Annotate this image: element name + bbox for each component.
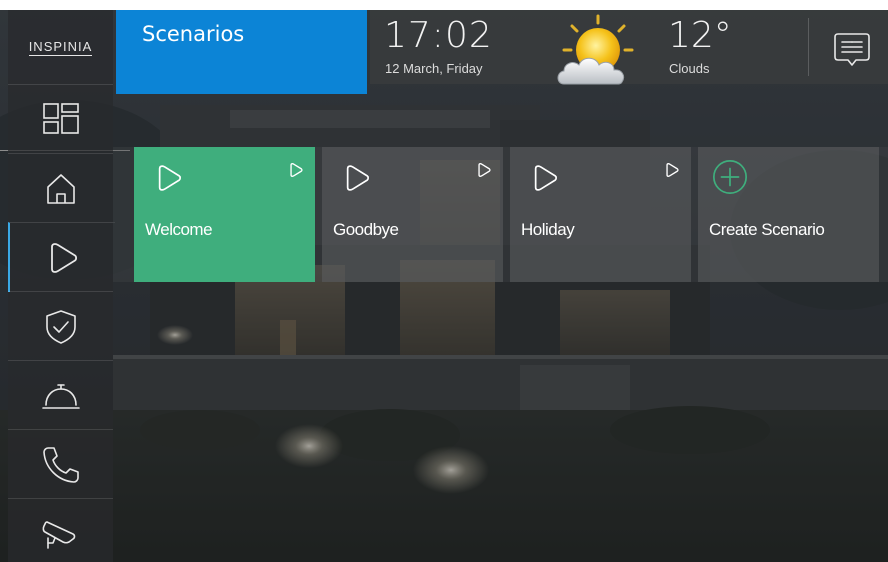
service-bell-icon	[41, 383, 80, 409]
scenario-tile-goodbye[interactable]: Goodbye	[322, 147, 503, 282]
scenario-label: Holiday	[521, 220, 575, 239]
sidebar-item-scenarios[interactable]	[8, 222, 115, 292]
status-header: 17:02 12 March, Friday 12° Clouds	[370, 10, 888, 85]
sidebar-item-dashboard[interactable]	[8, 84, 113, 154]
scenario-tile-holiday[interactable]: Holiday	[510, 147, 691, 282]
play-icon	[158, 165, 182, 191]
message-icon[interactable]	[832, 30, 872, 70]
sidebar-item-cameras[interactable]	[8, 498, 113, 562]
play-icon	[50, 242, 77, 273]
header-divider	[808, 18, 809, 76]
run-scenario-icon[interactable]	[287, 161, 305, 179]
logo-text: INSPINIA	[28, 38, 93, 56]
sidebar-item-security[interactable]	[8, 291, 113, 361]
sidebar-item-services[interactable]	[8, 360, 113, 430]
shield-check-icon	[45, 309, 76, 344]
play-icon	[534, 165, 558, 191]
phone-icon	[42, 446, 79, 483]
temperature: 12°	[668, 15, 732, 56]
app-screen: INSPINIA Scenarios 17:02 12 March, Frida…	[0, 0, 888, 562]
scenario-tile-welcome[interactable]: Welcome	[134, 147, 315, 282]
clock-time: 17:02	[384, 15, 493, 56]
sidebar-item-home[interactable]	[8, 153, 113, 223]
house-icon	[46, 173, 75, 204]
page-title-tile: Scenarios	[116, 10, 367, 94]
plus-circle-icon	[712, 159, 748, 195]
sun-cloud-icon	[557, 14, 634, 85]
sidebar: INSPINIA	[8, 10, 115, 562]
run-scenario-icon[interactable]	[663, 161, 681, 179]
dashboard-icon	[42, 102, 79, 134]
create-scenario-tile[interactable]: Create Scenario	[698, 147, 879, 282]
security-camera-icon	[42, 520, 75, 549]
inspinia-logo: INSPINIA	[8, 10, 113, 84]
page-title: Scenarios	[142, 22, 245, 46]
scenario-label: Create Scenario	[709, 220, 825, 239]
scenario-label: Goodbye	[333, 220, 399, 239]
weather-condition: Clouds	[669, 61, 710, 76]
clock-date: 12 March, Friday	[385, 61, 483, 76]
sidebar-item-calls[interactable]	[8, 429, 113, 499]
scenario-label: Welcome	[145, 220, 213, 239]
play-icon	[346, 165, 370, 191]
run-scenario-icon[interactable]	[475, 161, 493, 179]
